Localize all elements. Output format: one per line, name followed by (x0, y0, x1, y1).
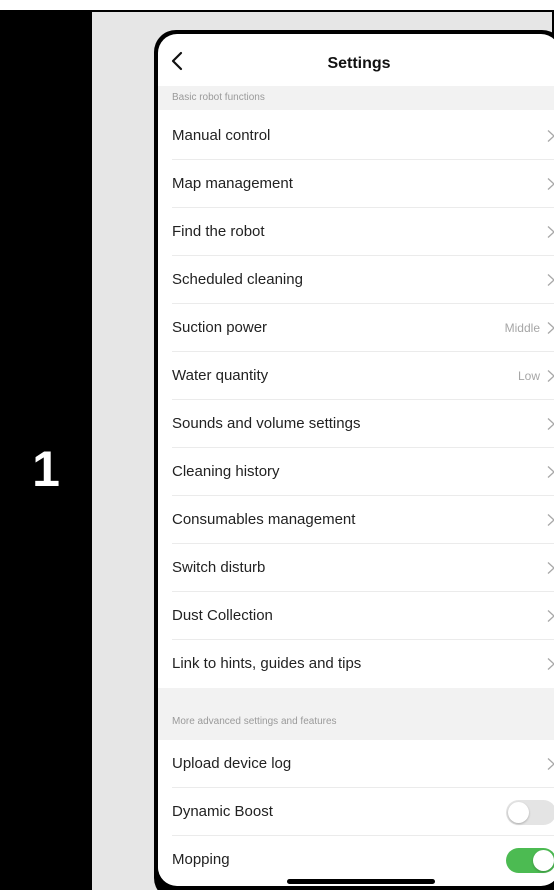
chevron-right-icon (547, 322, 554, 334)
chevron-right-icon (547, 226, 554, 238)
settings-row-consumables-management[interactable]: Consumables management (158, 496, 554, 544)
page-title: Settings (327, 55, 391, 72)
chevron-right-icon (547, 658, 554, 670)
settings-row-cleaning-history[interactable]: Cleaning history (158, 448, 554, 496)
step-number: 1 (32, 441, 60, 497)
chevron-right-icon (547, 178, 554, 190)
dynamic-boost-toggle[interactable] (506, 800, 554, 825)
settings-row-hints-guides-tips[interactable]: Link to hints, guides and tips (158, 640, 554, 688)
row-label: Mopping (172, 851, 230, 868)
navigation-bar: Settings (158, 34, 554, 86)
section-header-advanced: More advanced settings and features (158, 688, 554, 740)
row-label: Upload device log (172, 755, 292, 772)
row-label: Switch disturb (172, 559, 266, 576)
section-header-basic: Basic robot functions (158, 86, 554, 110)
phone-screen: Settings Basic robot functions Manual co… (158, 34, 554, 886)
settings-row-find-the-robot[interactable]: Find the robot (158, 208, 554, 256)
settings-row-map-management[interactable]: Map management (158, 160, 554, 208)
home-indicator[interactable] (287, 879, 435, 884)
row-label: Dynamic Boost (172, 803, 273, 820)
row-label: Consumables management (172, 511, 356, 528)
settings-row-suction-power[interactable]: Suction power Middle (158, 304, 554, 352)
settings-row-water-quantity[interactable]: Water quantity Low (158, 352, 554, 400)
chevron-right-icon (547, 130, 554, 142)
row-label: Water quantity (172, 367, 269, 384)
toggle-knob (533, 850, 554, 871)
chevron-right-icon (547, 466, 554, 478)
row-label: Suction power (172, 319, 268, 336)
top-band (0, 0, 554, 12)
chevron-right-icon (547, 274, 554, 286)
chevron-right-icon (547, 514, 554, 526)
toggle-knob (508, 802, 529, 823)
settings-row-sounds-and-volume[interactable]: Sounds and volume settings (158, 400, 554, 448)
chevron-right-icon (547, 758, 554, 770)
settings-row-dynamic-boost: Dynamic Boost (158, 788, 554, 836)
settings-row-manual-control[interactable]: Manual control (158, 112, 554, 160)
row-label: Cleaning history (172, 463, 280, 480)
chevron-right-icon (547, 562, 554, 574)
chevron-right-icon (547, 610, 554, 622)
settings-row-upload-device-log[interactable]: Upload device log (158, 740, 554, 788)
chevron-right-icon (547, 418, 554, 430)
row-label: Scheduled cleaning (172, 271, 303, 288)
row-value: Middle (504, 321, 540, 335)
settings-row-switch-disturb[interactable]: Switch disturb (158, 544, 554, 592)
row-label: Map management (172, 175, 293, 192)
settings-row-dust-collection[interactable]: Dust Collection (158, 592, 554, 640)
row-label: Manual control (172, 127, 271, 144)
mopping-toggle[interactable] (506, 848, 554, 873)
settings-row-mopping: Mopping (158, 836, 554, 884)
row-label: Dust Collection (172, 607, 273, 624)
settings-row-scheduled-cleaning[interactable]: Scheduled cleaning (158, 256, 554, 304)
row-label: Link to hints, guides and tips (172, 655, 362, 672)
row-label: Sounds and volume settings (172, 415, 361, 432)
row-value: Low (517, 369, 540, 383)
row-label: Find the robot (172, 223, 265, 240)
chevron-right-icon (547, 370, 554, 382)
